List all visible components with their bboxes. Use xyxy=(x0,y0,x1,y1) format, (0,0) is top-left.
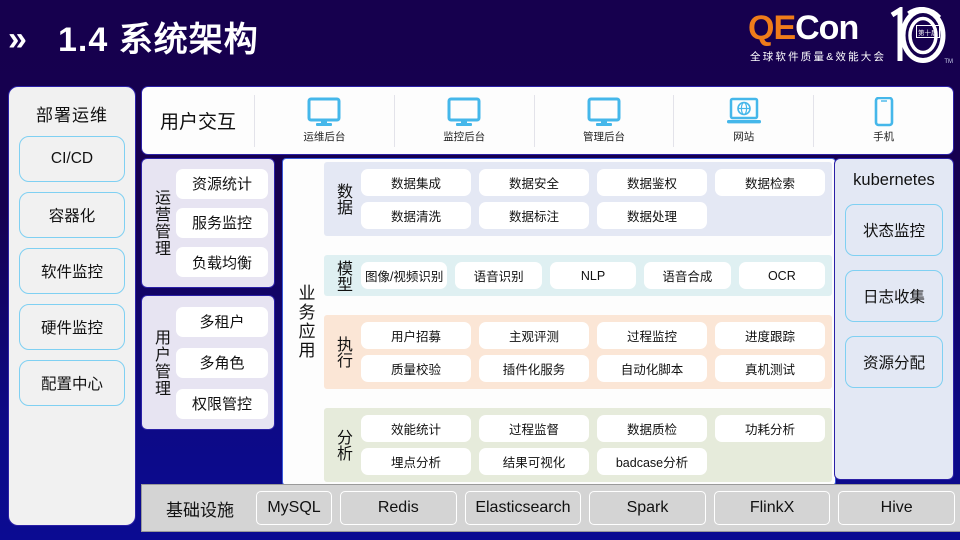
business-row-label: 模型 xyxy=(334,259,351,292)
channel-ops-console[interactable]: 运维后台 xyxy=(254,94,394,147)
capability-data-quality-inspection[interactable]: 数据质检 xyxy=(597,415,707,442)
k8s-item-resource-allocation[interactable]: 资源分配 xyxy=(845,336,943,388)
capability-efficiency-stats[interactable]: 效能统计 xyxy=(361,415,471,442)
channel-admin-console[interactable]: 管理后台 xyxy=(533,94,674,147)
capability-automation-script[interactable]: 自动化脚本 xyxy=(597,355,707,382)
channel-label: 网站 xyxy=(733,131,755,143)
ops-item-service-monitoring[interactable]: 服务监控 xyxy=(176,207,268,238)
capability-quality-verification[interactable]: 质量校验 xyxy=(361,355,471,382)
business-application-label: 业务应用 xyxy=(295,284,315,360)
business-row-model: 模型 图像/视频识别 语音识别 NLP 语音合成 OCR xyxy=(324,255,832,296)
infrastructure-label: 基础设施 xyxy=(166,500,234,520)
capability-process-supervision[interactable]: 过程监督 xyxy=(479,415,589,442)
ops-item-load-balancing[interactable]: 负载均衡 xyxy=(176,247,268,278)
architecture-diagram: 部署运维 CI/CD 容器化 软件监控 硬件监控 配置中心 用户交互 运维后台 … xyxy=(8,86,960,532)
logo-edition-badge: 第十届 xyxy=(915,25,940,38)
user-item-multi-tenant[interactable]: 多租户 xyxy=(176,306,268,337)
kubernetes-column: kubernetes 状态监控 日志收集 资源分配 xyxy=(834,158,954,480)
capability-plugin-service[interactable]: 插件化服务 xyxy=(479,355,589,382)
infrastructure-band: 基础设施 MySQL Redis Elasticsearch Spark Fli… xyxy=(141,484,960,532)
kubernetes-title: kubernetes xyxy=(853,171,935,189)
k8s-item-status-monitoring[interactable]: 状态监控 xyxy=(845,204,943,256)
deployment-item-hardware-monitoring[interactable]: 硬件监控 xyxy=(19,304,125,350)
capability-process-monitoring[interactable]: 过程监控 xyxy=(597,322,707,349)
capability-ocr[interactable]: OCR xyxy=(738,262,826,289)
infra-item-elasticsearch[interactable]: Elasticsearch xyxy=(464,491,582,525)
logo-wordmark: QECon xyxy=(748,9,859,47)
capability-data-processing[interactable]: 数据处理 xyxy=(597,202,707,229)
monitor-icon xyxy=(307,97,341,127)
capability-real-device-testing[interactable]: 真机测试 xyxy=(715,355,825,382)
management-column: 运营管理 资源统计 服务监控 负载均衡 用户管理 多租户 多角色 权限管控 xyxy=(141,158,275,430)
user-management-group: 用户管理 多租户 多角色 权限管控 xyxy=(141,295,275,430)
infra-item-mysql[interactable]: MySQL xyxy=(256,491,332,525)
capability-speech-synthesis[interactable]: 语音合成 xyxy=(644,262,731,289)
ops-management-label: 运营管理 xyxy=(152,189,169,257)
channel-mobile[interactable]: 手机 xyxy=(813,94,953,147)
page-title: 1.4 系统架构 xyxy=(58,21,259,59)
deployment-item-software-monitoring[interactable]: 软件监控 xyxy=(19,248,125,294)
slide-header: » 1.4 系统架构 QECon 第十届 TM 全球软件质量&效能大会 xyxy=(0,0,960,86)
channel-label: 管理后台 xyxy=(582,131,625,143)
capability-power-analysis[interactable]: 功耗分析 xyxy=(715,415,825,442)
laptop-globe-icon xyxy=(726,97,762,127)
qecon-logo: QECon 第十届 TM 全球软件质量&效能大会 xyxy=(742,5,954,67)
mobile-phone-icon xyxy=(873,97,895,127)
capability-result-visualization[interactable]: 结果可视化 xyxy=(479,448,589,475)
business-application-block: 业务应用 数据 数据集成 数据安全 数据鉴权 数据检索 数据清洗 数据标注 数据… xyxy=(282,158,836,486)
capability-user-recruitment[interactable]: 用户招募 xyxy=(361,322,471,349)
deployment-item-cicd[interactable]: CI/CD xyxy=(19,136,125,182)
logo-subtitle: 全球软件质量&效能大会 xyxy=(750,51,887,63)
channel-monitoring-console[interactable]: 监控后台 xyxy=(393,94,534,147)
deployment-ops-title: 部署运维 xyxy=(36,106,108,125)
business-row-label: 数据 xyxy=(334,183,351,215)
infra-item-redis[interactable]: Redis xyxy=(340,491,457,525)
user-interaction-band: 用户交互 运维后台 监控后台 管理后台 网站 手机 xyxy=(141,86,954,155)
infra-item-spark[interactable]: Spark xyxy=(589,491,706,525)
user-item-multi-role[interactable]: 多角色 xyxy=(176,347,268,378)
business-row-label: 执行 xyxy=(334,336,351,368)
business-row-execution: 执行 用户招募 主观评测 过程监控 进度跟踪 质量校验 插件化服务 自动化脚本 … xyxy=(324,315,832,389)
double-chevron-right-icon: » xyxy=(8,20,27,58)
logo-tm-mark: TM xyxy=(944,59,953,65)
business-row-analysis: 分析 效能统计 过程监督 数据质检 功耗分析 埋点分析 结果可视化 badcas… xyxy=(324,408,832,482)
channel-website[interactable]: 网站 xyxy=(673,94,813,147)
capability-progress-tracking[interactable]: 进度跟踪 xyxy=(715,322,825,349)
ops-item-resource-stats[interactable]: 资源统计 xyxy=(176,168,268,199)
deployment-item-config-center[interactable]: 配置中心 xyxy=(19,360,125,406)
deployment-item-containerization[interactable]: 容器化 xyxy=(19,192,125,238)
channel-label: 手机 xyxy=(873,131,895,143)
business-row-label: 分析 xyxy=(334,429,351,461)
user-interaction-label: 用户交互 xyxy=(159,112,236,133)
channel-label: 运维后台 xyxy=(303,131,346,143)
capability-subjective-evaluation[interactable]: 主观评测 xyxy=(479,322,589,349)
capability-tracking-point-analysis[interactable]: 埋点分析 xyxy=(361,448,471,475)
capability-data-retrieval[interactable]: 数据检索 xyxy=(715,169,825,196)
user-item-permission-control[interactable]: 权限管控 xyxy=(176,388,268,419)
ops-management-group: 运营管理 资源统计 服务监控 负载均衡 xyxy=(141,158,275,288)
user-management-label: 用户管理 xyxy=(152,328,169,397)
infra-item-flinkx[interactable]: FlinkX xyxy=(713,491,831,525)
capability-nlp[interactable]: NLP xyxy=(549,262,637,289)
monitor-icon xyxy=(447,97,481,127)
capability-speech-recognition[interactable]: 语音识别 xyxy=(455,262,542,289)
channel-label: 监控后台 xyxy=(443,131,486,143)
capability-data-integration[interactable]: 数据集成 xyxy=(361,169,471,196)
infra-item-hive[interactable]: Hive xyxy=(838,491,955,525)
k8s-item-log-collection[interactable]: 日志收集 xyxy=(845,270,943,322)
business-row-data: 数据 数据集成 数据安全 数据鉴权 数据检索 数据清洗 数据标注 数据处理 xyxy=(324,162,832,236)
logo-con-text: Con xyxy=(795,9,859,47)
capability-data-annotation[interactable]: 数据标注 xyxy=(479,202,589,229)
capability-data-cleaning[interactable]: 数据清洗 xyxy=(361,202,471,229)
capability-data-authorization[interactable]: 数据鉴权 xyxy=(597,169,707,196)
capability-placeholder xyxy=(715,448,825,475)
capability-data-security[interactable]: 数据安全 xyxy=(479,169,589,196)
logo-qe-text: QE xyxy=(748,9,796,47)
monitor-icon xyxy=(587,97,621,127)
capability-badcase-analysis[interactable]: badcase分析 xyxy=(597,448,707,475)
capability-placeholder xyxy=(715,202,825,229)
capability-image-video-recognition[interactable]: 图像/视频识别 xyxy=(361,262,448,289)
deployment-ops-column: 部署运维 CI/CD 容器化 软件监控 硬件监控 配置中心 xyxy=(8,86,136,526)
